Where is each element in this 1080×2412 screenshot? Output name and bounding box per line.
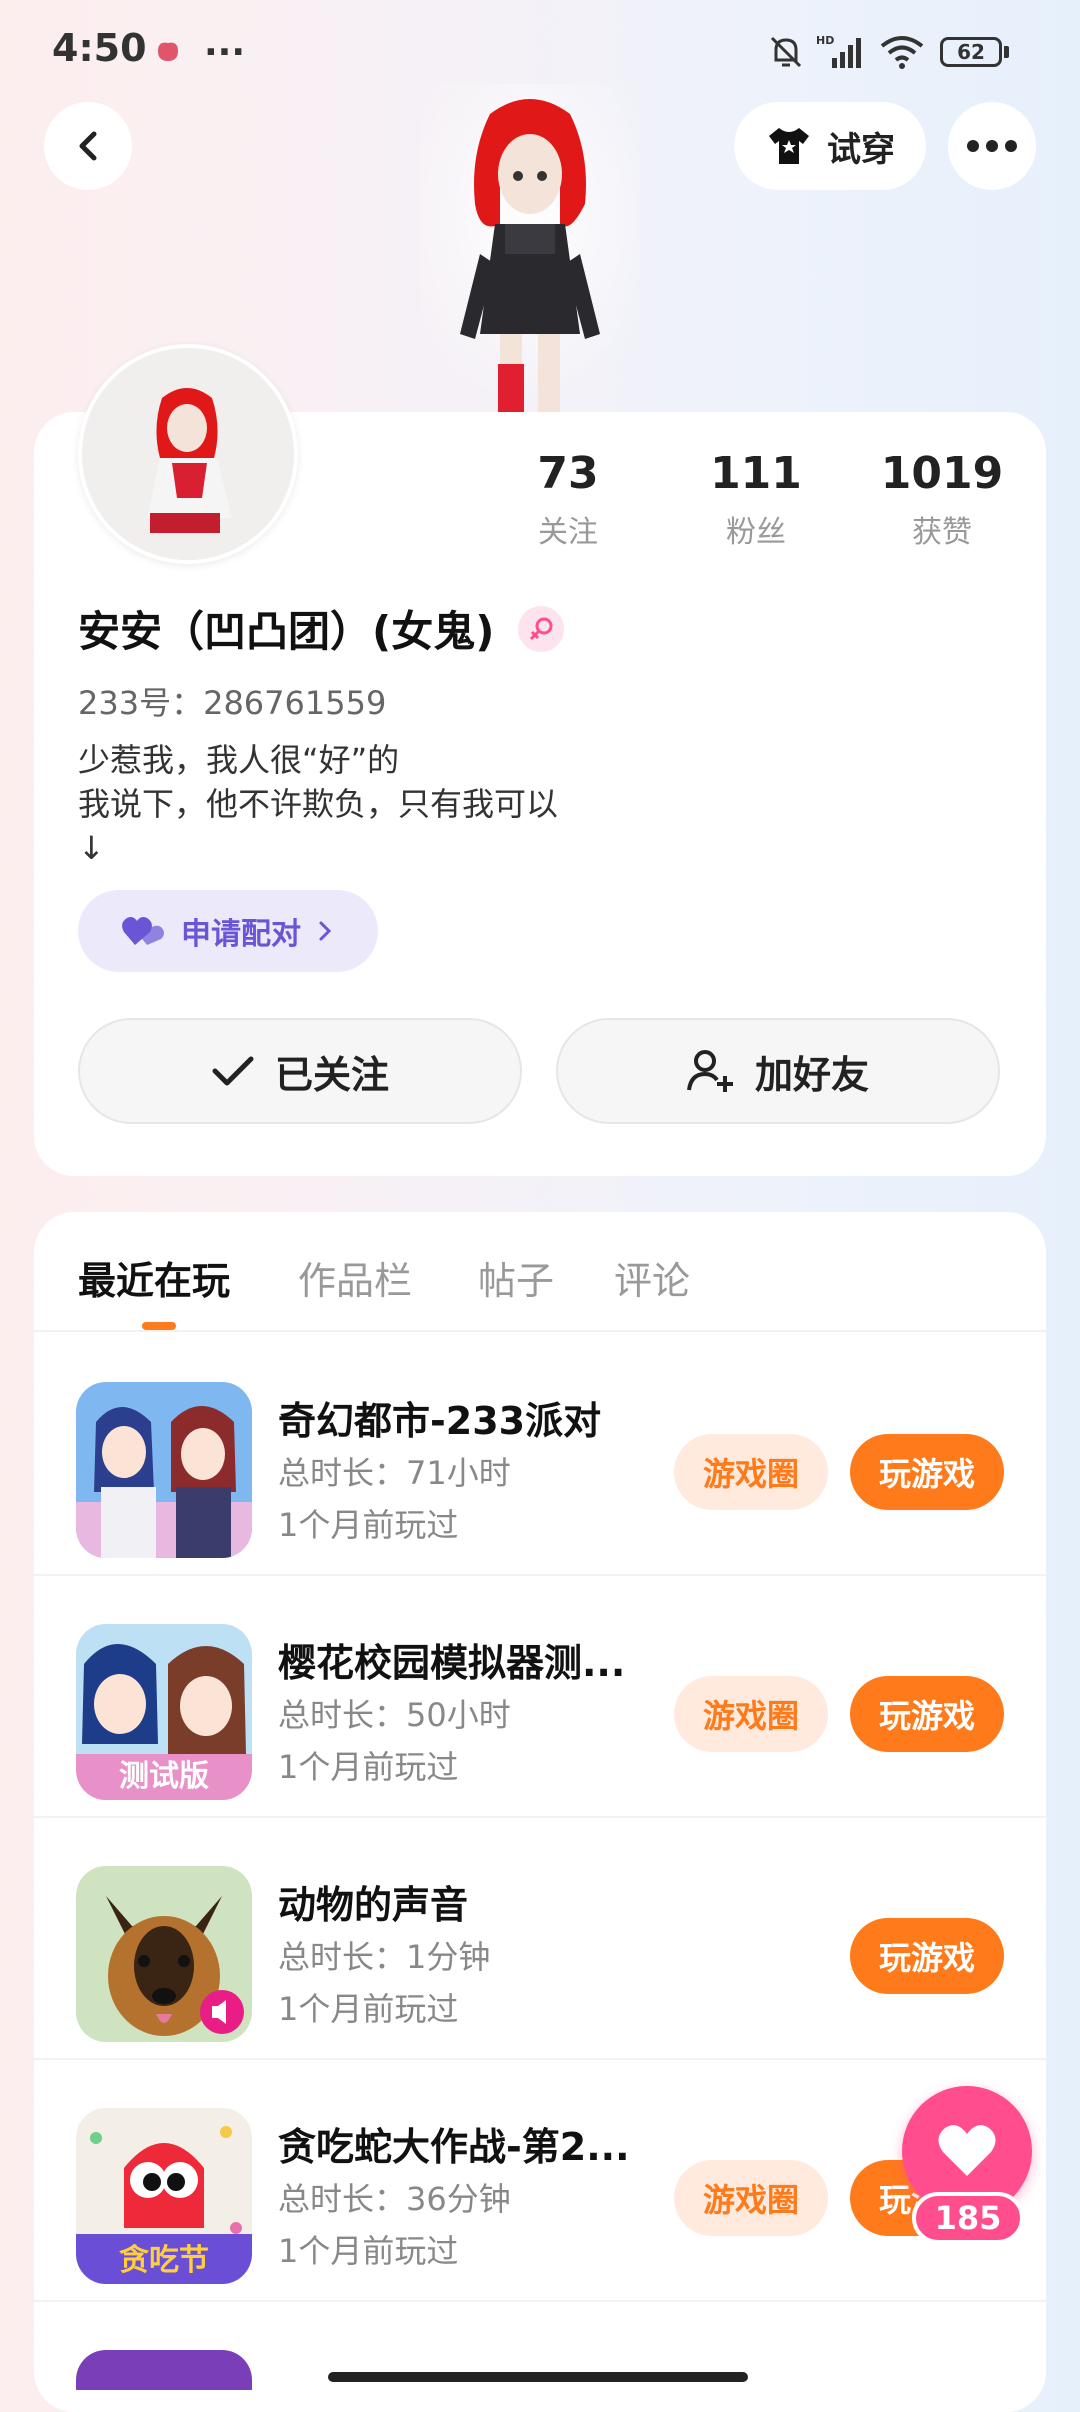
bio-line: 少惹我，我人很“好”的 (78, 741, 400, 779)
game-last-played: 1个月前玩过 (278, 1506, 459, 1544)
game-title: 樱花校园模拟器测... (278, 1641, 626, 1685)
stat-likes[interactable]: 1019 获赞 (862, 448, 1022, 551)
game-circle-button[interactable]: 游戏圈 (674, 2160, 828, 2236)
avatar[interactable] (78, 344, 298, 564)
avatar-character-image (420, 84, 640, 414)
check-icon (212, 1056, 254, 1086)
more-notifications-icon: ··· (204, 31, 246, 73)
tshirt-icon (769, 128, 809, 164)
game-last-played: 1个月前玩过 (278, 1748, 459, 1786)
game-icon (76, 1866, 252, 2042)
play-game-button[interactable]: 玩游戏 (850, 1434, 1004, 1510)
cellular-signal-icon: HD (816, 30, 866, 74)
game-badge: 测试版 (119, 1759, 209, 1794)
tab-works[interactable]: 作品栏 (298, 1250, 412, 1305)
double-heart-icon (122, 917, 164, 945)
wifi-icon (878, 30, 926, 74)
game-icon (76, 1382, 252, 1558)
game-row[interactable]: 动物的声音 总时长：1分钟 1个月前玩过 玩游戏 (34, 1816, 1046, 2060)
play-game-button[interactable]: 玩游戏 (850, 1918, 1004, 1994)
more-button[interactable] (948, 102, 1036, 190)
request-pair-label: 申请配对 (181, 917, 301, 952)
like-count: 185 (912, 2192, 1024, 2244)
game-row[interactable]: 贪吃节 贪吃蛇大作战-第2... 总时长：36分钟 1个月前玩过 游戏圈 玩游戏 (34, 2058, 1046, 2302)
active-tab-indicator (142, 1322, 176, 1330)
stat-value: 73 (537, 448, 599, 499)
stat-fans[interactable]: 111 粉丝 (676, 448, 836, 551)
profile-name-row: 安安（凹凸团）(女鬼) (78, 598, 565, 659)
game-duration: 总时长：1分钟 (278, 1938, 491, 1976)
silent-bell-icon (766, 30, 806, 74)
game-row[interactable]: 测试版 樱花校园模拟器测... 总时长：50小时 1个月前玩过 游戏圈 玩游戏 (34, 1574, 1046, 1818)
status-time: 4:50 (52, 26, 147, 70)
profile-name: 安安（凹凸团）(女鬼) (78, 607, 495, 656)
game-title: 动物的声音 (278, 1883, 469, 1927)
battery-level: 62 (940, 37, 1002, 67)
back-button[interactable] (44, 102, 132, 190)
try-on-button[interactable]: 试穿 (734, 102, 926, 190)
stat-label: 粉丝 (726, 515, 786, 550)
bio-line: ↓ (78, 829, 105, 867)
game-last-played: 1个月前玩过 (278, 1990, 459, 2028)
chevron-right-icon (319, 921, 332, 941)
game-icon: 贪吃节 (76, 2108, 252, 2284)
stat-following[interactable]: 73 关注 (488, 448, 648, 551)
tab-recently-played[interactable]: 最近在玩 (78, 1250, 230, 1305)
game-title: 奇幻都市-233派对 (278, 1399, 602, 1443)
tab-comments[interactable]: 评论 (614, 1250, 690, 1305)
game-duration: 总时长：36分钟 (278, 2180, 511, 2218)
game-last-played: 1个月前玩过 (278, 2232, 459, 2270)
network-label: HD (816, 34, 834, 47)
more-dots-icon (967, 140, 1017, 152)
game-title: 贪吃蛇大作战-第2... (278, 2125, 630, 2169)
home-indicator[interactable] (328, 2372, 748, 2382)
following-label: 已关注 (274, 1052, 389, 1097)
game-badge: 贪吃节 (119, 2243, 209, 2278)
female-gender-icon (518, 605, 565, 652)
following-button[interactable]: 已关注 (78, 1018, 522, 1124)
heart-icon (938, 2125, 996, 2176)
add-friend-label: 加好友 (754, 1052, 869, 1097)
game-duration: 总时长：50小时 (278, 1696, 511, 1734)
stat-label: 关注 (538, 515, 598, 550)
notification-icon (150, 30, 186, 74)
stat-value: 1019 (880, 448, 1004, 499)
game-duration: 总时长：71小时 (278, 1454, 511, 1492)
try-on-label: 试穿 (827, 129, 895, 170)
stat-label: 获赞 (912, 515, 972, 550)
game-circle-button[interactable]: 游戏圈 (674, 1434, 828, 1510)
bio-line: 我说下，他不许欺负，只有我可以 (78, 785, 559, 823)
bio: 少惹我，我人很“好”的 我说下，他不许欺负，只有我可以 ↓ (78, 738, 558, 870)
request-pair-button[interactable]: 申请配对 (78, 890, 378, 972)
game-icon: 测试版 (76, 1624, 252, 1800)
game-icon-partial (76, 2350, 252, 2390)
add-friend-button[interactable]: 加好友 (556, 1018, 1000, 1124)
play-game-button[interactable]: 玩游戏 (850, 1676, 1004, 1752)
game-row[interactable]: 奇幻都市-233派对 总时长：71小时 1个月前玩过 游戏圈 玩游戏 (34, 1332, 1046, 1576)
battery-icon: 62 (940, 30, 1009, 74)
add-user-icon (686, 1050, 733, 1092)
tab-posts[interactable]: 帖子 (478, 1250, 554, 1305)
stat-value: 111 (710, 448, 802, 499)
user-id: 233号：286761559 (78, 684, 387, 722)
back-arrow-icon (79, 131, 97, 161)
game-circle-button[interactable]: 游戏圈 (674, 1676, 828, 1752)
